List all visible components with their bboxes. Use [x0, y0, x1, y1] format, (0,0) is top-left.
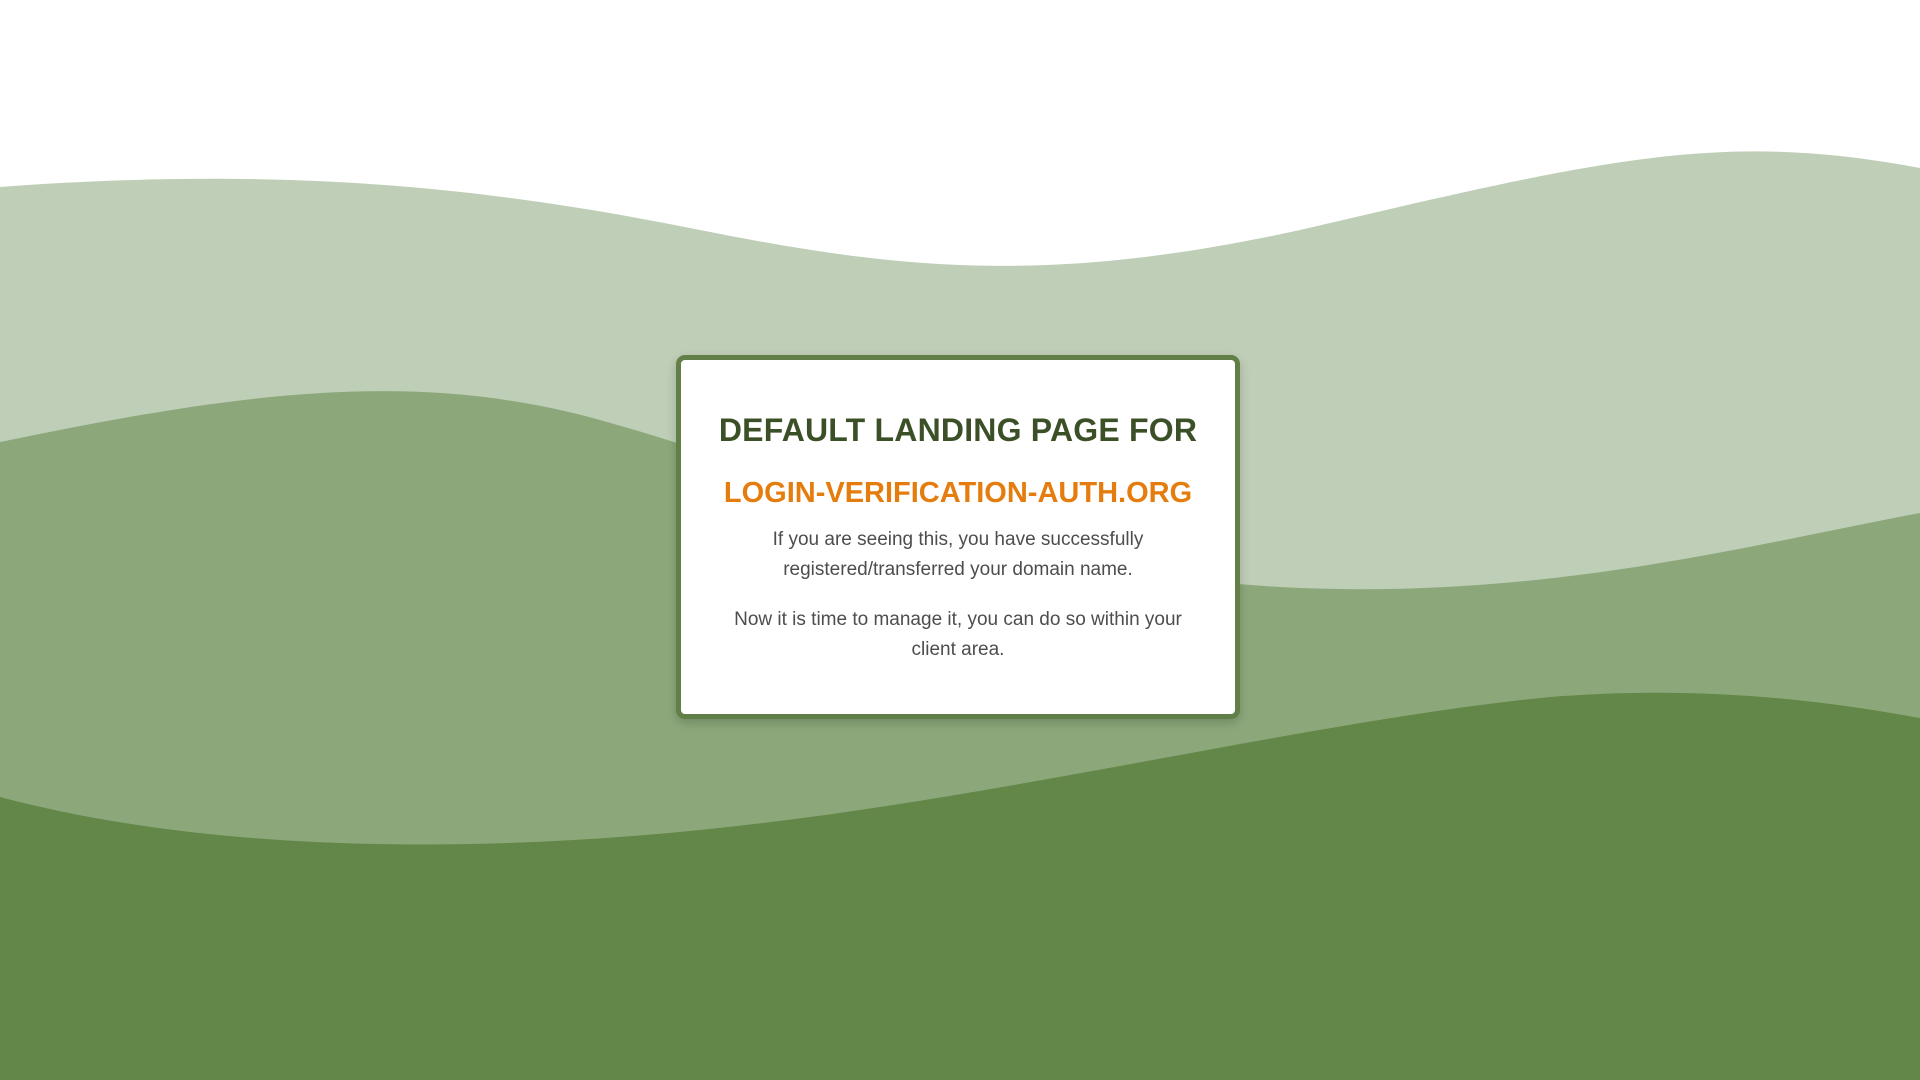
domain-name: LOGIN-VERIFICATION-AUTH.ORG [723, 477, 1193, 509]
info-card: DEFAULT LANDING PAGE FOR LOGIN-VERIFICAT… [676, 355, 1240, 719]
landing-page: DEFAULT LANDING PAGE FOR LOGIN-VERIFICAT… [0, 0, 1920, 1080]
manage-message: Now it is time to manage it, you can do … [734, 609, 1182, 660]
page-heading: DEFAULT LANDING PAGE FOR [718, 412, 1198, 448]
success-message: If you are seeing this, you have success… [772, 529, 1144, 580]
